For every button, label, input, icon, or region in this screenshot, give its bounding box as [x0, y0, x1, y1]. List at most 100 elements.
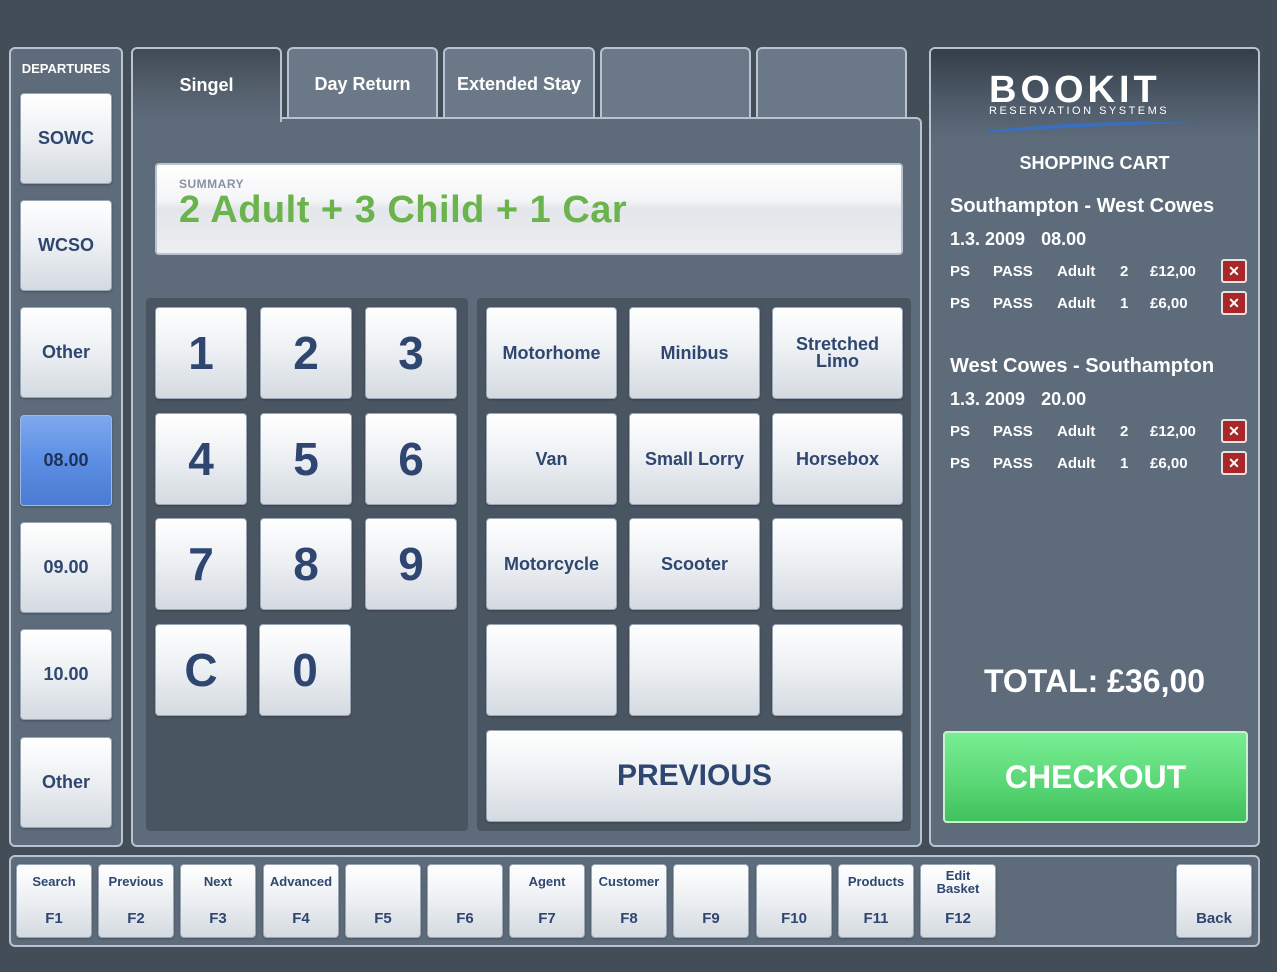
checkout-button[interactable]: CHECKOUT: [943, 731, 1248, 823]
cart-line-item: PS PASS Adult 1 £6,00 ✕: [950, 291, 1250, 315]
delete-item-icon[interactable]: ✕: [1221, 419, 1247, 443]
cart-line-item: PS PASS Adult 1 £6,00 ✕: [950, 451, 1250, 475]
f11-products-button[interactable]: Products F11: [838, 864, 914, 938]
numpad-key-clear[interactable]: C: [155, 624, 247, 716]
fkey-label: Customer: [598, 874, 660, 889]
numpad-key-3[interactable]: 3: [365, 307, 457, 399]
fkey-label: Advanced: [269, 874, 333, 889]
departure-wcso-button[interactable]: WCSO: [20, 200, 112, 291]
fkey-key: F10: [781, 910, 807, 927]
f12-edit-basket-button[interactable]: Edit Basket F12: [920, 864, 996, 938]
fkey-key: F1: [45, 910, 63, 927]
line-qty: 1: [1120, 295, 1129, 312]
trip-datetime: 1.3. 2009 20.00: [950, 389, 1102, 410]
departure-time-0900-button[interactable]: 09.00: [20, 522, 112, 613]
booking-main-panel: SUMMARY 2 Adult + 3 Child + 1 Car 1 2 3 …: [131, 117, 922, 847]
f6-button[interactable]: F6: [427, 864, 503, 938]
tab-extended-stay[interactable]: Extended Stay: [443, 47, 595, 119]
trip-datetime: 1.3. 2009 08.00: [950, 229, 1102, 250]
fkey-key: F9: [702, 910, 720, 927]
f1-search-button[interactable]: Search F1: [16, 864, 92, 938]
line-price: £6,00: [1150, 295, 1188, 312]
line-qty: 1: [1120, 455, 1129, 472]
line-category: Adult: [1057, 263, 1096, 280]
fkey-label: Previous: [108, 874, 164, 889]
f10-button[interactable]: F10: [756, 864, 832, 938]
numpad-key-9[interactable]: 9: [365, 518, 457, 610]
shopping-cart-title: SHOPPING CART: [1019, 153, 1170, 173]
numpad-key-2[interactable]: 2: [260, 307, 352, 399]
line-type: PASS: [993, 295, 1033, 312]
tab-day-return[interactable]: Day Return: [287, 47, 438, 119]
previous-button[interactable]: PREVIOUS: [486, 730, 903, 822]
line-price: £12,00: [1150, 423, 1196, 440]
vehicle-motorcycle-button[interactable]: Motorcycle: [486, 518, 617, 610]
line-code: PS: [950, 263, 971, 280]
numpad-key-0[interactable]: 0: [259, 624, 351, 716]
delete-item-icon[interactable]: ✕: [1221, 451, 1247, 475]
numpad-key-4[interactable]: 4: [155, 413, 247, 505]
f7-agent-button[interactable]: Agent F7: [509, 864, 585, 938]
vehicle-scooter-button[interactable]: Scooter: [629, 518, 760, 610]
vehicle-small-lorry-button[interactable]: Small Lorry: [629, 413, 760, 505]
f4-advanced-button[interactable]: Advanced F4: [263, 864, 339, 938]
trip-route: Southampton - West Cowes: [950, 195, 1215, 217]
f9-button[interactable]: F9: [673, 864, 749, 938]
numpad-key-5[interactable]: 5: [260, 413, 352, 505]
line-price: £6,00: [1150, 455, 1188, 472]
numpad-key-8[interactable]: 8: [260, 518, 352, 610]
shopping-cart-panel: BOOKIT RESERVATION SYSTEMS SHOPPING CART…: [929, 47, 1260, 847]
fkey-key: F7: [538, 910, 556, 927]
departure-other-route-button[interactable]: Other: [20, 307, 112, 398]
vehicle-empty-button[interactable]: [629, 624, 760, 716]
cart-total: TOTAL: £36,00: [983, 663, 1206, 699]
line-type: PASS: [993, 263, 1033, 280]
line-code: PS: [950, 455, 971, 472]
fkey-key: F12: [945, 910, 971, 927]
numpad-key-1[interactable]: 1: [155, 307, 247, 399]
tab-empty-1[interactable]: [600, 47, 751, 119]
line-code: PS: [950, 423, 971, 440]
back-button[interactable]: Back: [1176, 864, 1252, 938]
departure-time-0800-button[interactable]: 08.00: [20, 415, 112, 506]
departures-title: DEPARTURES: [21, 61, 111, 76]
vehicle-empty-button[interactable]: [772, 518, 903, 610]
trip-time: 20.00: [1041, 389, 1087, 409]
vehicle-stretched-limo-button[interactable]: Stretched Limo: [772, 307, 903, 399]
numpad-key-7[interactable]: 7: [155, 518, 247, 610]
f8-customer-button[interactable]: Customer F8: [591, 864, 667, 938]
line-code: PS: [950, 295, 971, 312]
f5-button[interactable]: F5: [345, 864, 421, 938]
departure-sowc-button[interactable]: SOWC: [20, 93, 112, 184]
fkey-key: F4: [292, 910, 310, 927]
fkey-label: Agent: [528, 874, 566, 889]
vehicle-van-button[interactable]: Van: [486, 413, 617, 505]
summary-text: 2 Adult + 3 Child + 1 Car: [179, 189, 628, 231]
fkey-key: Back: [1196, 910, 1232, 927]
cart-header: BOOKIT RESERVATION SYSTEMS: [931, 49, 1258, 139]
bookit-logo-subtitle: RESERVATION SYSTEMS: [989, 105, 1170, 117]
numpad-key-6[interactable]: 6: [365, 413, 457, 505]
vehicle-minibus-button[interactable]: Minibus: [629, 307, 760, 399]
trip-date: 1.3. 2009: [950, 229, 1026, 249]
cart-line-item: PS PASS Adult 2 £12,00 ✕: [950, 259, 1250, 283]
f2-previous-button[interactable]: Previous F2: [98, 864, 174, 938]
f3-next-button[interactable]: Next F3: [180, 864, 256, 938]
delete-item-icon[interactable]: ✕: [1221, 291, 1247, 315]
logo-swoosh-icon: [987, 122, 1199, 133]
fkey-label: Products: [847, 874, 905, 889]
departure-other-time-button[interactable]: Other: [20, 737, 112, 828]
line-type: PASS: [993, 455, 1033, 472]
line-category: Adult: [1057, 423, 1096, 440]
fkey-key: F6: [456, 910, 474, 927]
vehicle-motorhome-button[interactable]: Motorhome: [486, 307, 617, 399]
delete-item-icon[interactable]: ✕: [1221, 259, 1247, 283]
departure-time-1000-button[interactable]: 10.00: [20, 629, 112, 720]
vehicle-empty-button[interactable]: [486, 624, 617, 716]
fkey-label: Next: [203, 874, 233, 889]
vehicle-empty-button[interactable]: [772, 624, 903, 716]
tab-empty-2[interactable]: [756, 47, 907, 119]
tab-singel[interactable]: Singel: [131, 47, 282, 122]
vehicle-horsebox-button[interactable]: Horsebox: [772, 413, 903, 505]
fkey-key: F3: [209, 910, 227, 927]
